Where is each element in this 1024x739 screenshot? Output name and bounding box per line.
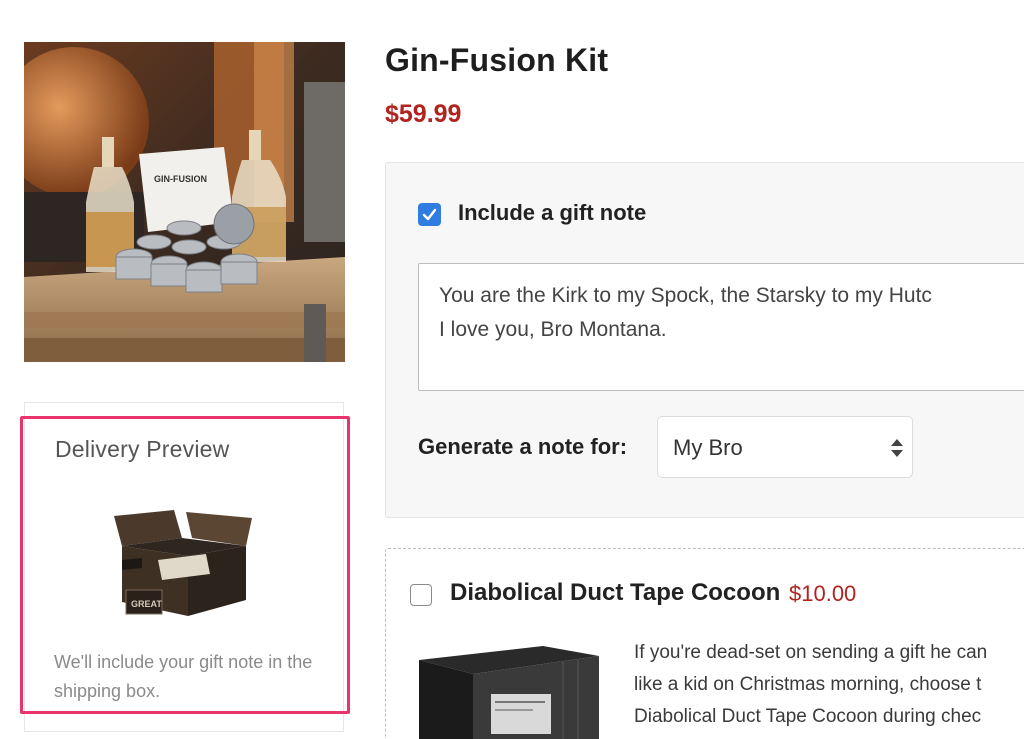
addon-checkbox[interactable] <box>410 584 432 606</box>
select-arrows-icon <box>891 439 903 457</box>
addon-price: $10.00 <box>789 581 857 606</box>
delivery-preview-title: Delivery Preview <box>55 436 230 462</box>
gift-note-line-1: You are the Kirk to my Spock, the Starsk… <box>439 284 932 307</box>
shipping-box-image: GREAT <box>102 508 264 622</box>
addon-description-line: like a kid on Christmas morning, choose … <box>634 674 982 695</box>
delivery-preview-text: We'll include your gift note in the ship… <box>54 652 313 701</box>
recipient-select[interactable]: My Bro <box>657 416 913 478</box>
addon-title: Diabolical Duct Tape Cocoon <box>450 579 781 606</box>
gift-note-checkbox[interactable] <box>418 203 441 226</box>
addon-description: If you're dead-set on sending a gift he … <box>634 637 1024 733</box>
checkmark-icon <box>422 208 437 221</box>
product-image-label: GIN-FUSION <box>154 174 207 184</box>
gift-note-line-2: I love you, Bro Montana. <box>439 318 667 341</box>
duct-tape-box-image <box>413 644 603 739</box>
product-title: Gin-Fusion Kit <box>385 42 609 78</box>
recipient-select-value: My Bro <box>673 435 743 460</box>
generate-note-label: Generate a note for: <box>418 434 628 459</box>
addon-description-line: If you're dead-set on sending a gift he … <box>634 642 988 663</box>
gift-note-textarea[interactable]: You are the Kirk to my Spock, the Starsk… <box>418 263 1024 391</box>
shipping-box-label: GREAT <box>131 599 162 609</box>
product-image: GIN-FUSION <box>24 42 345 362</box>
product-price: $59.99 <box>385 100 462 128</box>
addon-description-line: Diabolical Duct Tape Cocoon during chec <box>634 706 982 727</box>
gift-note-label: Include a gift note <box>458 200 647 225</box>
